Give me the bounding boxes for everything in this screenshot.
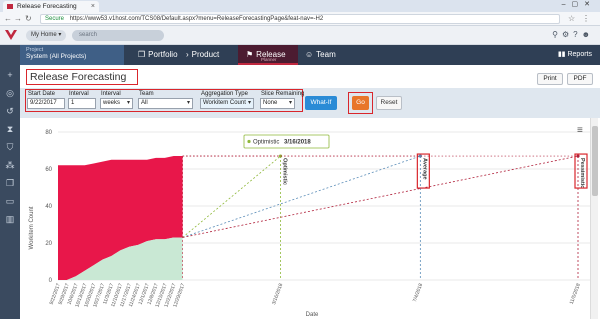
reports-link[interactable]: ▮▮ Reports [558,45,592,65]
page-scrollbar[interactable] [590,118,598,319]
chat-icon[interactable]: ▭ [4,195,16,207]
my-home-label: My Home [31,32,57,38]
x-axis-label: Date [306,312,319,318]
y-axis-label: Workitem Count [29,206,35,249]
hourglass-icon[interactable]: ⧗ [4,123,16,135]
url-text: https://www53.v1host.com/TCS08/Default.a… [69,16,324,22]
y-axis-ticks: 0 20 40 60 80 [45,130,52,284]
user-icon[interactable]: ☻ [582,30,594,39]
what-if-button[interactable]: What-If [305,96,337,110]
y-tick-label: 20 [45,241,52,247]
x-tick-label: 11/5/2018 [569,282,582,305]
reset-button[interactable]: Reset [376,96,402,110]
x-tick-label: 7/4/2018 [412,282,424,303]
nav-release[interactable]: ⚑ Release Planner [238,45,298,65]
browser-menu-icon[interactable]: ⋮ [582,14,590,24]
top-navigation: Project System (All Projects) ❒ Portfolio… [20,45,600,65]
conversation-icon[interactable]: ❐ [4,177,16,189]
secure-label: Secure [45,16,65,22]
shield-icon[interactable]: ⛉ [4,141,16,153]
versionone-logo-icon[interactable] [5,29,17,41]
address-bar: ← → ↻ Secure https://www53.v1host.com/TC… [0,12,600,26]
history-icon[interactable]: ↺ [4,105,16,117]
forecast-label: Average [421,158,427,180]
settings-icon[interactable]: ⚙ [562,30,573,39]
x-axis-ticks: 9/22/20179/29/201710/6/201710/13/201710/… [49,282,582,308]
nav-product[interactable]: › Product [186,45,219,65]
nav-portfolio-label: Portfolio [148,50,178,59]
optimistic-tooltip: Optimistic 3/16/2018 [243,134,330,149]
interval-label: Interval [69,91,89,97]
interval-unit-select[interactable]: weeks [100,98,133,109]
forecast-label: Optimistic [281,158,287,185]
back-icon[interactable]: ← [4,14,12,24]
help-icon[interactable]: ? [573,30,581,39]
x-tick-label: 3/16/2018 [271,282,284,305]
page-title: Release Forecasting [30,71,127,83]
forecast-line [182,155,579,238]
go-button[interactable]: Go [352,96,369,110]
nav-team[interactable]: ☺ Team [305,45,336,65]
add-icon[interactable]: + [4,69,16,81]
network-icon[interactable]: ⁂ [4,159,16,171]
project-name: System (All Projects) [26,53,87,60]
window-controls[interactable]: –▢✕ [562,0,596,8]
aggregation-label: Aggregation Type [201,91,248,97]
chevron-right-icon: › [186,50,189,59]
my-home-dropdown[interactable]: My Home ▾ [26,30,66,41]
y-tick-label: 60 [45,167,52,173]
search-placeholder: search [79,32,98,38]
nav-portfolio[interactable]: ❒ Portfolio [138,45,178,65]
url-field[interactable]: Secure https://www53.v1host.com/TCS08/De… [40,14,560,24]
browser-tab-title: Release Forecasting [17,3,77,10]
favicon-icon [7,4,13,9]
nav-product-label: Product [191,50,220,59]
interval-unit-label: Interval [101,91,121,97]
y-tick-label: 0 [49,278,53,284]
app-header: My Home ▾ search ⚲⚙?☻ [0,26,600,45]
nav-team-label: Team [316,50,336,59]
slice-label: Slice Remaining [261,91,305,97]
nav-release-sublabel: Planner [261,57,277,62]
left-sidebar: + ◎ ↺ ⧗ ⛉ ⁂ ❐ ▭ ▥ [0,45,20,319]
aggregation-select[interactable]: Workitem Count [200,98,254,109]
team-icon: ☺ [305,50,314,59]
team-label: Team [139,91,154,97]
header-icons[interactable]: ⚲⚙?☻ [552,30,594,39]
portfolio-icon: ❒ [138,50,146,59]
y-tick-label: 80 [45,130,52,136]
interval-field[interactable]: 1 [68,98,96,109]
project-selector[interactable]: Project System (All Projects) [20,45,124,65]
reload-icon[interactable]: ↻ [25,14,32,24]
chart-areas [58,156,183,280]
y-tick-label: 40 [45,204,52,210]
title-highlight: Release Forecasting [26,69,138,85]
trash-icon[interactable]: ▥ [4,213,16,225]
forecast-line [182,155,281,238]
forecast-chart: 0 20 40 60 80 Workitem Count Optimistic Avera… [29,125,590,318]
slice-select[interactable]: None [260,98,295,109]
forward-icon[interactable]: → [14,14,22,24]
bookmark-star-icon[interactable]: ☆ [568,14,575,24]
tooltip-series: Optimistic [253,140,279,146]
close-tab-icon[interactable]: × [91,1,95,12]
print-button[interactable]: Print [537,73,563,85]
chart-menu-icon[interactable]: ≡ [577,125,583,136]
scrollbar-thumb[interactable] [592,126,598,196]
release-icon: ⚑ [246,50,254,59]
browser-tabbar: Release Forecasting × –▢✕ [0,0,600,12]
browser-tab[interactable]: Release Forecasting × [3,1,99,12]
forecast-line [182,155,421,238]
compass-icon[interactable]: ◎ [4,87,16,99]
start-date-label: Start Date [28,91,56,97]
search-input[interactable]: search [72,30,164,41]
forecast-lines: Optimistic Average Pessimistic [182,153,588,280]
forecast-label: Pessimistic [579,158,585,188]
team-select[interactable]: All [138,98,193,109]
pdf-button[interactable]: PDF [567,73,593,85]
tooltip-value: 3/16/2018 [284,140,311,146]
reports-label: Reports [567,51,592,58]
location-icon[interactable]: ⚲ [552,30,562,39]
start-date-field[interactable]: 9/22/2017 [27,98,65,109]
